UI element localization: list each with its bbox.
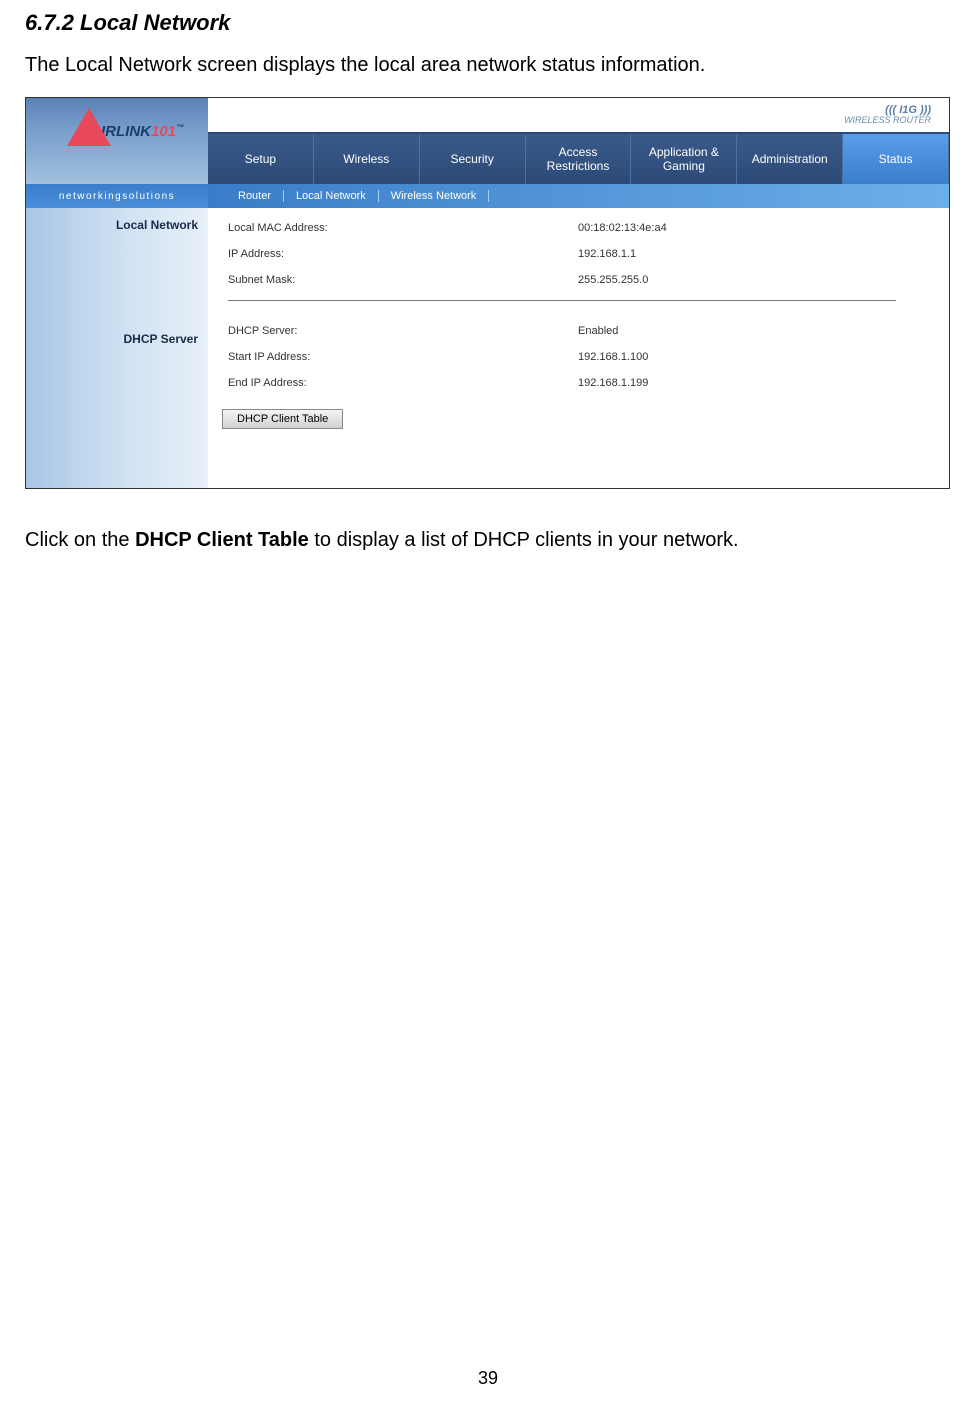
end-ip-value: 192.168.1.199: [578, 377, 929, 389]
main-tabs: Setup Wireless Security Access Restricti…: [208, 134, 949, 184]
sidebar: Local Network DHCP Server: [26, 208, 208, 488]
subtab-local-network[interactable]: Local Network: [284, 190, 379, 202]
intro-text: The Local Network screen displays the lo…: [25, 54, 951, 77]
ip-value: 192.168.1.1: [578, 248, 929, 260]
divider: [228, 300, 896, 301]
start-ip-label: Start IP Address:: [228, 351, 578, 363]
subnet-value: 255.255.255.0: [578, 274, 929, 286]
subtab-wireless-network[interactable]: Wireless Network: [379, 190, 490, 202]
nav-top-strip: ((( I1G ))) WIRELESS ROUTER: [208, 98, 949, 134]
subtab-router[interactable]: Router: [226, 190, 284, 202]
tab-wireless[interactable]: Wireless: [314, 134, 420, 184]
tab-administration[interactable]: Administration: [737, 134, 843, 184]
end-ip-label: End IP Address:: [228, 377, 578, 389]
start-ip-value: 192.168.1.100: [578, 351, 929, 363]
row-dhcp-server: DHCP Server: Enabled: [228, 325, 929, 337]
tab-security[interactable]: Security: [420, 134, 526, 184]
logo-area: IRLINK101™: [26, 98, 208, 184]
tab-access-restrictions[interactable]: Access Restrictions: [526, 134, 632, 184]
router-ui-screenshot: IRLINK101™ ((( I1G ))) WIRELESS ROUTER S…: [25, 97, 950, 489]
tab-status[interactable]: Status: [843, 134, 949, 184]
tab-application-gaming[interactable]: Application & Gaming: [631, 134, 737, 184]
logo-triangle: [67, 108, 111, 146]
mac-value: 00:18:02:13:4e:a4: [578, 222, 929, 234]
sub-tabs: Router Local Network Wireless Network: [208, 184, 949, 208]
tagline: networkingsolutions: [26, 184, 208, 208]
logo-text: IRLINK101™: [101, 123, 184, 140]
dhcp-server-label: DHCP Server:: [228, 325, 578, 337]
row-end-ip: End IP Address: 192.168.1.199: [228, 377, 929, 389]
sidebar-label-local-network: Local Network: [26, 218, 208, 232]
page-number: 39: [478, 1368, 498, 1389]
dhcp-client-table-button[interactable]: DHCP Client Table: [222, 409, 343, 429]
wireless-router-label: ((( I1G ))) WIRELESS ROUTER: [844, 104, 931, 126]
row-ip: IP Address: 192.168.1.1: [228, 248, 929, 260]
sidebar-label-dhcp-server: DHCP Server: [26, 332, 208, 346]
outro-text: Click on the DHCP Client Table to displa…: [25, 529, 951, 552]
section-title: 6.7.2 Local Network: [25, 10, 951, 36]
mac-label: Local MAC Address:: [228, 222, 578, 234]
row-start-ip: Start IP Address: 192.168.1.100: [228, 351, 929, 363]
main-panel: Local MAC Address: 00:18:02:13:4e:a4 IP …: [208, 208, 949, 488]
tab-setup[interactable]: Setup: [208, 134, 314, 184]
subnet-label: Subnet Mask:: [228, 274, 578, 286]
row-subnet: Subnet Mask: 255.255.255.0: [228, 274, 929, 286]
row-mac: Local MAC Address: 00:18:02:13:4e:a4: [228, 222, 929, 234]
dhcp-server-value: Enabled: [578, 325, 929, 337]
ip-label: IP Address:: [228, 248, 578, 260]
